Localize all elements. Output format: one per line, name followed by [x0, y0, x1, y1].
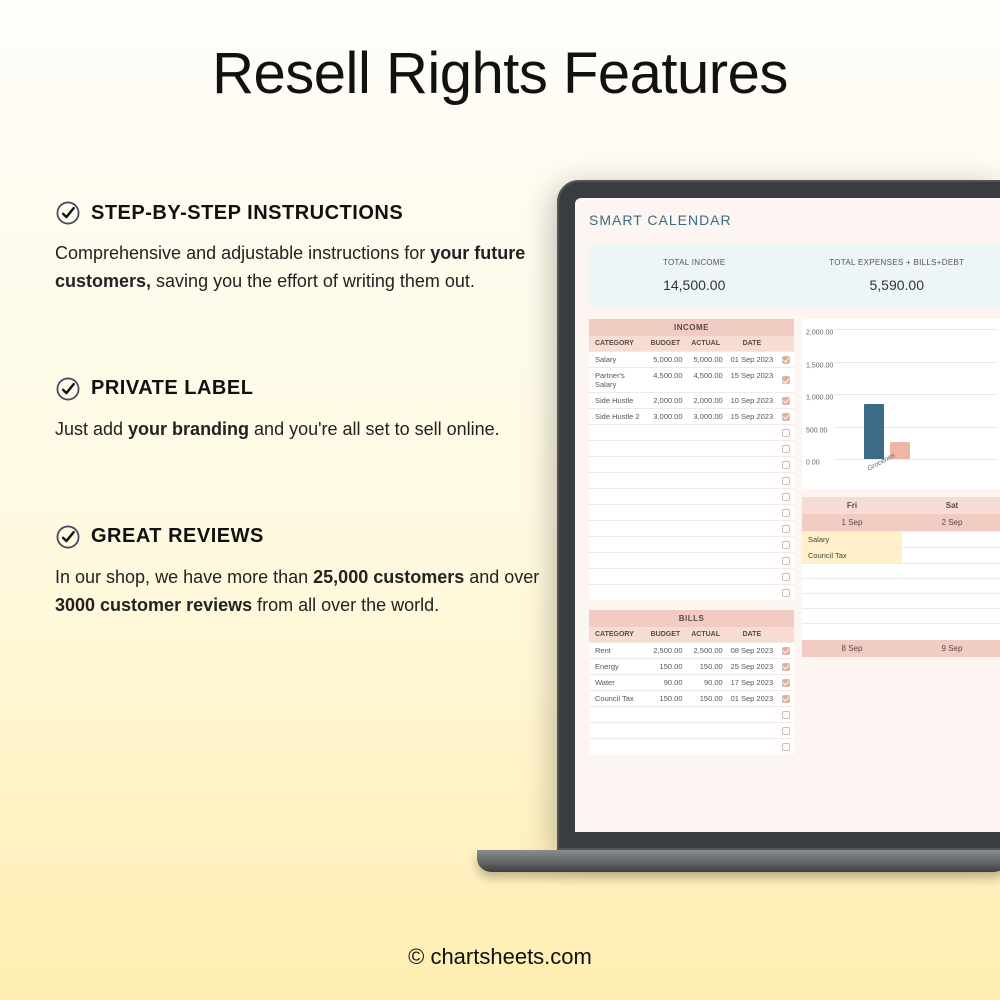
checkbox-icon[interactable] [782, 541, 790, 549]
cal-day-header: Fri [802, 497, 902, 514]
laptop-base [477, 850, 1000, 872]
page-title: Resell Rights Features [0, 40, 1000, 107]
checkbox-icon[interactable] [782, 445, 790, 453]
table-row-empty [589, 488, 794, 504]
cal-day-header: Sat [902, 497, 1000, 514]
cal-date: 8 Sep [802, 640, 902, 657]
checkbox-icon[interactable] [782, 679, 790, 687]
checkbox-icon[interactable] [782, 573, 790, 581]
checkbox-icon[interactable] [782, 356, 790, 364]
checkbox-icon[interactable] [782, 397, 790, 405]
checkbox-icon[interactable] [782, 509, 790, 517]
chart-bar [864, 404, 884, 459]
totals-panel: TOTAL INCOME 14,500.00 TOTAL EXPENSES + … [589, 244, 1000, 307]
cal-date: 2 Sep [902, 514, 1000, 531]
checkbox-icon[interactable] [782, 557, 790, 565]
table-header-row: CATEGORY BUDGET ACTUAL DATE [589, 627, 794, 642]
table-row-empty [589, 722, 794, 738]
table-title: BILLS [589, 610, 794, 627]
feature-item: STEP-BY-STEP INSTRUCTIONS Comprehensive … [55, 200, 555, 296]
feature-description: Just add your branding and you're all se… [55, 416, 555, 444]
table-row-empty [589, 472, 794, 488]
laptop-frame: SMART CALENDAR TOTAL INCOME 14,500.00 TO… [557, 180, 1000, 850]
checkbox-icon[interactable] [782, 695, 790, 703]
table-row: Water90.0090.0017 Sep 2023 [589, 674, 794, 690]
feature-heading: PRIVATE LABEL [91, 377, 253, 400]
checkbox-icon[interactable] [782, 743, 790, 751]
check-icon [55, 524, 81, 550]
table-row: Partner's Salary4,500.004,500.0015 Sep 2… [589, 367, 794, 392]
table-row-empty [589, 738, 794, 754]
checkbox-icon[interactable] [782, 525, 790, 533]
table-row-empty [589, 536, 794, 552]
check-icon [55, 376, 81, 402]
feature-heading: STEP-BY-STEP INSTRUCTIONS [91, 202, 403, 225]
table-row-empty [589, 440, 794, 456]
table-row-empty [589, 424, 794, 440]
calendar-entry: Council Tax [802, 547, 902, 563]
checkbox-icon[interactable] [782, 477, 790, 485]
table-row: Side Hustle 23,000.003,000.0015 Sep 2023 [589, 408, 794, 424]
checkbox-icon[interactable] [782, 493, 790, 501]
total-label: TOTAL INCOME [593, 258, 796, 267]
checkbox-icon[interactable] [782, 711, 790, 719]
checkbox-icon[interactable] [782, 429, 790, 437]
total-value: 14,500.00 [593, 277, 796, 293]
checkbox-icon[interactable] [782, 663, 790, 671]
table-title: INCOME [589, 319, 794, 336]
checkbox-icon[interactable] [782, 727, 790, 735]
cal-date: 1 Sep [802, 514, 902, 531]
cal-date: 9 Sep [902, 640, 1000, 657]
total-expenses: TOTAL EXPENSES + BILLS+DEBT 5,590.00 [796, 258, 999, 293]
chart-ytick: 2,000.00 [806, 330, 833, 337]
checkbox-icon[interactable] [782, 647, 790, 655]
table-row-empty [589, 706, 794, 722]
table-row: Salary5,000.005,000.0001 Sep 2023 [589, 351, 794, 367]
table-header-row: CATEGORY BUDGET ACTUAL DATE [589, 336, 794, 351]
footer-credit: © chartsheets.com [0, 944, 1000, 970]
table-row: Energy150.00150.0025 Sep 2023 [589, 658, 794, 674]
table-row: Rent2,500.002,500.0008 Sep 2023 [589, 642, 794, 658]
chart-ytick: 0.00 [806, 460, 820, 467]
table-row-empty [589, 568, 794, 584]
checkbox-icon[interactable] [782, 589, 790, 597]
expenses-chart: 0.00500.001,000.001,500.002,000.00Grocer… [802, 319, 1000, 489]
total-value: 5,590.00 [796, 277, 999, 293]
bills-table: BILLS CATEGORY BUDGET ACTUAL DATE Rent2,… [589, 610, 794, 754]
feature-list: STEP-BY-STEP INSTRUCTIONS Comprehensive … [55, 200, 555, 699]
chart-ytick: 1,500.00 [806, 362, 833, 369]
feature-item: PRIVATE LABEL Just add your branding and… [55, 376, 555, 444]
laptop-mockup: SMART CALENDAR TOTAL INCOME 14,500.00 TO… [557, 180, 1000, 880]
chart-ytick: 1,000.00 [806, 395, 833, 402]
table-row-empty [589, 584, 794, 600]
feature-heading: GREAT REVIEWS [91, 525, 264, 548]
feature-item: GREAT REVIEWS In our shop, we have more … [55, 524, 555, 620]
feature-description: Comprehensive and adjustable instruction… [55, 240, 555, 296]
check-icon [55, 200, 81, 226]
table-row: Side Hustle2,000.002,000.0010 Sep 2023 [589, 392, 794, 408]
calendar-entry: Salary [802, 531, 902, 547]
sheet-title: SMART CALENDAR [589, 212, 1000, 228]
table-row-empty [589, 456, 794, 472]
mini-calendar: Fri Sat 1 Sep 2 Sep SalaryCouncil Tax 8 … [802, 497, 1000, 657]
feature-description: In our shop, we have more than 25,000 cu… [55, 564, 555, 620]
checkbox-icon[interactable] [782, 413, 790, 421]
chart-ytick: 500.00 [806, 427, 827, 434]
total-label: TOTAL EXPENSES + BILLS+DEBT [796, 258, 999, 267]
income-table: INCOME CATEGORY BUDGET ACTUAL DATE Salar… [589, 319, 794, 600]
total-income: TOTAL INCOME 14,500.00 [593, 258, 796, 293]
spreadsheet-screen: SMART CALENDAR TOTAL INCOME 14,500.00 TO… [575, 198, 1000, 832]
table-row-empty [589, 520, 794, 536]
checkbox-icon[interactable] [782, 461, 790, 469]
table-row: Council Tax150.00150.0001 Sep 2023 [589, 690, 794, 706]
checkbox-icon[interactable] [782, 376, 790, 384]
table-row-empty [589, 552, 794, 568]
table-row-empty [589, 504, 794, 520]
